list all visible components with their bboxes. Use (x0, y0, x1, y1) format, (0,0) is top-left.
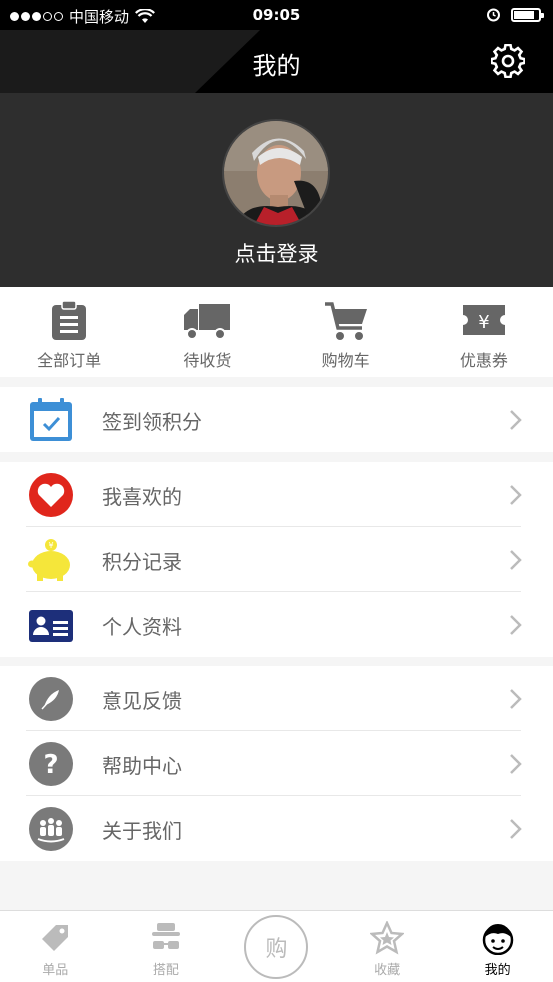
clipboard-icon (52, 301, 87, 340)
order-shortcuts: 全部订单 待收货 购物车 ¥ 优惠券 (0, 287, 553, 377)
coupon-label: 优惠券 (459, 351, 508, 370)
coupon-icon: ¥ (462, 305, 505, 335)
chevron-right-icon (510, 410, 522, 430)
hat-glasses-icon (151, 923, 180, 949)
chevron-right-icon (510, 615, 522, 635)
heart-icon (29, 473, 73, 517)
pending-receipt-label: 待收货 (183, 351, 232, 370)
question-icon: ? (29, 742, 73, 786)
login-link[interactable]: 点击登录 (0, 238, 553, 268)
all-orders-label: 全部订单 (37, 351, 102, 370)
about-us-label: 关于我们 (102, 819, 182, 843)
tab-favorites[interactable]: 收藏 (332, 911, 443, 982)
checkin-row[interactable]: 签到领积分 (0, 387, 553, 452)
star-icon (370, 921, 405, 955)
cart-button[interactable]: 购物车 (277, 287, 415, 377)
tab-items-label: 单品 (42, 963, 69, 978)
feedback-label: 意见反馈 (102, 689, 182, 713)
favorites-label: 我喜欢的 (102, 485, 182, 509)
chevron-right-icon (510, 550, 522, 570)
all-orders-button[interactable]: 全部订单 (0, 287, 138, 377)
tab-favorites-label: 收藏 (374, 963, 401, 978)
personal-group: 我喜欢的 ¥ 积分记录 个人资料 (0, 462, 553, 657)
face-icon (482, 924, 513, 955)
status-time: 09:05 (252, 6, 301, 24)
tab-mine-label: 我的 (484, 963, 511, 978)
profile-info-label: 个人资料 (102, 615, 182, 639)
tag-icon (42, 925, 69, 951)
cart-label: 购物车 (321, 351, 370, 370)
tab-outfits-label: 搭配 (152, 963, 179, 978)
support-group: 意见反馈 ? 帮助中心 关于我们 (0, 666, 553, 861)
help-center-label: 帮助中心 (102, 754, 182, 778)
svg-text:¥: ¥ (48, 541, 53, 550)
calendar-icon (30, 398, 72, 441)
points-record-row[interactable]: ¥ 积分记录 (0, 527, 553, 592)
pending-receipt-button[interactable]: 待收货 (138, 287, 276, 377)
truck-icon (184, 304, 231, 340)
checkin-label: 签到领积分 (102, 410, 202, 434)
tab-mine[interactable]: 我的 (442, 911, 553, 982)
svg-text:?: ? (43, 750, 58, 780)
tab-outfits[interactable]: 搭配 (111, 911, 222, 982)
page-title: 我的 (252, 52, 301, 80)
battery-icon (511, 7, 544, 22)
checkin-group: 签到领积分 (0, 387, 553, 452)
feedback-row[interactable]: 意见反馈 (0, 666, 553, 731)
chevron-right-icon (510, 485, 522, 505)
buy-button[interactable]: 购 (244, 915, 309, 979)
nav-bar: 我的 (0, 30, 553, 93)
gear-icon[interactable] (491, 44, 525, 78)
cart-icon (324, 302, 367, 340)
profile-header: 点击登录 (0, 93, 553, 287)
group-icon (29, 807, 73, 851)
feather-icon (29, 677, 73, 721)
chevron-right-icon (510, 819, 522, 839)
chevron-right-icon (510, 754, 522, 774)
alarm-icon (487, 8, 500, 22)
coupon-button[interactable]: ¥ 优惠券 (415, 287, 553, 377)
id-card-icon (29, 610, 73, 642)
tab-buy[interactable]: 购 (221, 911, 332, 982)
status-bar: 中国移动 09:05 (0, 0, 553, 30)
points-record-label: 积分记录 (102, 550, 182, 574)
chevron-right-icon (510, 689, 522, 709)
about-us-row[interactable]: 关于我们 (0, 796, 553, 861)
favorites-row[interactable]: 我喜欢的 (0, 462, 553, 527)
tab-items[interactable]: 单品 (0, 911, 111, 982)
piggy-bank-icon: ¥ (28, 539, 70, 581)
profile-info-row[interactable]: 个人资料 (0, 592, 553, 657)
tab-bar: 单品 搭配 购 收藏 我的 (0, 910, 553, 982)
svg-text:¥: ¥ (478, 312, 489, 333)
avatar[interactable] (222, 119, 330, 227)
help-center-row[interactable]: ? 帮助中心 (0, 731, 553, 796)
